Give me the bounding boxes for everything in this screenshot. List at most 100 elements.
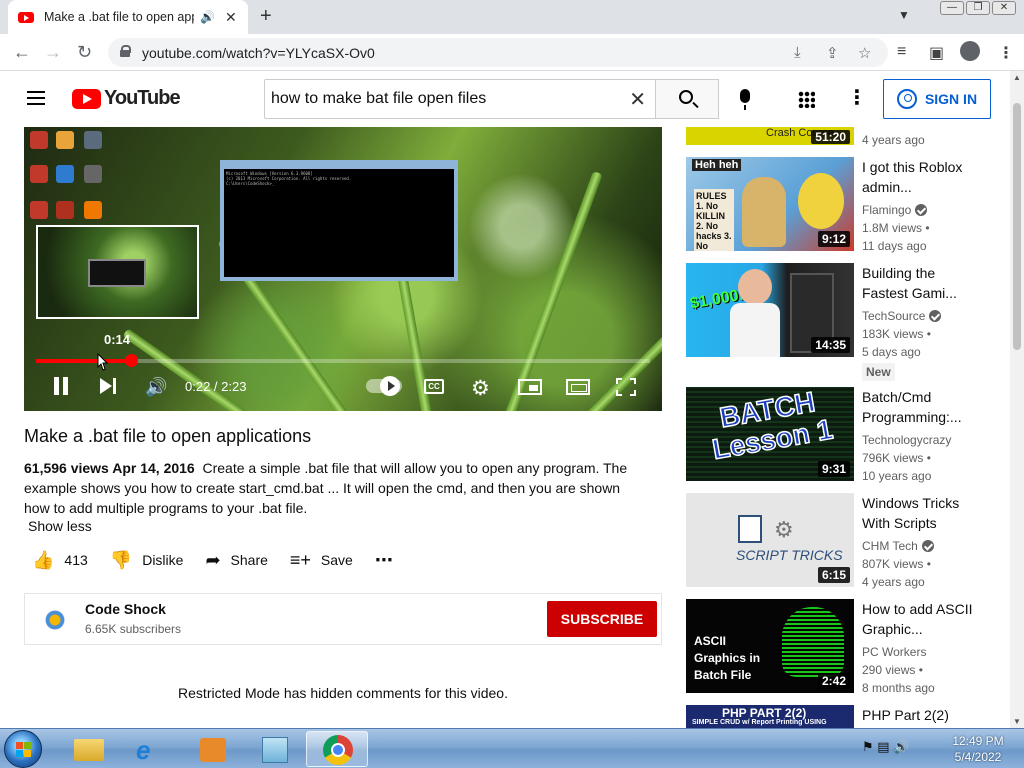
recommendation-item[interactable]: ⚙ SCRIPT TRICKS 6:15 Windows Tricks With… — [686, 493, 996, 589]
fullscreen-icon[interactable] — [616, 378, 636, 396]
thumbs-down-icon: 👎 — [109, 549, 133, 570]
video-title[interactable]: Batch/Cmd Programming:... — [862, 387, 980, 427]
back-arrow-icon[interactable]: ← — [13, 42, 31, 63]
video-title[interactable]: How to add ASCII Graphic... — [862, 599, 980, 639]
settings-gear-icon[interactable]: ⚙ — [471, 376, 490, 401]
address-bar[interactable]: youtube.com/watch?v=YLYcaSX-Ov0 ⤓ ⇪ ☆ — [108, 38, 888, 67]
channel-avatar[interactable] — [41, 606, 69, 634]
settings-kebab-icon[interactable]: ⋮ — [847, 85, 867, 110]
volume-icon[interactable]: 🔊 — [145, 377, 167, 398]
scrubber-handle[interactable] — [124, 354, 138, 367]
side-panel-icon[interactable]: ▣ — [929, 43, 944, 63]
taskbar-explorer[interactable] — [58, 731, 120, 767]
media-control-icon[interactable]: ≡ — [897, 43, 906, 61]
lock-icon[interactable] — [120, 45, 131, 57]
pause-icon[interactable] — [54, 377, 68, 395]
view-count: 183K views • — [862, 327, 931, 341]
recommendation-item[interactable]: ASCII Graphics in Batch File 2:42 How to… — [686, 599, 996, 695]
recommendation-item[interactable]: $1,000! 14:35 Building the Fastest Gami.… — [686, 263, 996, 381]
video-thumbnail[interactable]: ⚙ SCRIPT TRICKS 6:15 — [686, 493, 854, 587]
autoplay-toggle[interactable] — [366, 376, 402, 396]
bookmark-star-icon[interactable]: ☆ — [858, 44, 871, 62]
video-title[interactable]: I got this Roblox admin... — [862, 157, 980, 197]
search-input[interactable]: how to make bat file open files ✕ — [264, 79, 656, 119]
close-window-button[interactable]: ✕ — [992, 1, 1016, 15]
folder-icon — [74, 739, 104, 761]
system-tray-icons[interactable]: ⚑ ▤ 🔊 — [862, 739, 909, 755]
channel-name[interactable]: CHM Tech — [862, 539, 918, 553]
show-less-button[interactable]: Show less — [28, 518, 92, 534]
video-thumbnail[interactable]: BATCH Lesson 1 9:31 — [686, 387, 854, 481]
video-duration: 9:31 — [817, 461, 850, 477]
hamburger-menu-icon[interactable] — [27, 91, 45, 105]
video-thumbnail[interactable]: Crash Course 51:20 — [686, 127, 854, 145]
audio-playing-icon[interactable]: 🔊 — [200, 10, 215, 24]
video-title[interactable]: Building the Fastest Gami... — [862, 263, 980, 303]
recommendation-item[interactable]: Crash Course 51:20 4 years ago — [686, 127, 996, 147]
video-thumbnail[interactable]: ASCII Graphics in Batch File 2:42 — [686, 599, 854, 693]
like-button[interactable]: 👍 413 — [32, 550, 88, 571]
recommendation-item[interactable]: BATCH Lesson 1 9:31 Batch/Cmd Programmin… — [686, 387, 996, 483]
scrollbar-thumb[interactable] — [1013, 103, 1021, 350]
profile-avatar-icon[interactable] — [960, 41, 980, 61]
progress-bar[interactable] — [36, 354, 650, 367]
scroll-up-icon[interactable]: ▲ — [1013, 73, 1021, 82]
tab-search-icon[interactable]: ▼ — [898, 8, 910, 22]
channel-name[interactable]: PC Workers — [862, 643, 935, 661]
video-title[interactable]: Windows Tricks With Scripts — [862, 493, 980, 533]
taskbar-media-player[interactable] — [182, 731, 244, 767]
share-button[interactable]: ➦ Share — [205, 550, 267, 571]
recommendation-item[interactable]: PHP PART 2(2) SIMPLE CRUD w/ Report Prin… — [686, 705, 996, 728]
channel-name[interactable]: TechSource — [862, 309, 925, 323]
start-button[interactable] — [4, 730, 42, 768]
verified-check-icon — [929, 310, 942, 322]
taskbar-internet-explorer[interactable]: e — [120, 731, 182, 767]
save-button[interactable]: ≡+ Save — [290, 550, 353, 571]
video-thumbnail[interactable]: Heh heh RULES 1. No KILLIN 2. No hacks 3… — [686, 157, 854, 251]
share-page-icon[interactable]: ⇪ — [826, 44, 839, 62]
video-thumbnail[interactable]: PHP PART 2(2) SIMPLE CRUD w/ Report Prin… — [686, 705, 854, 728]
video-meta: Flamingo 1.8M views • 11 days ago — [862, 201, 930, 255]
miniplayer-icon[interactable] — [518, 379, 542, 395]
channel-name[interactable]: Technologycrazy — [862, 431, 951, 449]
youtube-logo[interactable]: YouTube — [72, 87, 181, 110]
windows-taskbar: e ⚑ ▤ 🔊 12:49 PM 5/4/2022 — [0, 728, 1024, 768]
clear-search-icon[interactable]: ✕ — [629, 87, 646, 112]
video-player[interactable]: Microsoft Windows [Version 6.3.9600] (c)… — [24, 127, 662, 411]
taskbar-clock[interactable]: 12:49 PM 5/4/2022 — [940, 733, 1016, 765]
video-age: 5 days ago — [862, 345, 921, 359]
browser-menu-icon[interactable]: ⋮ — [998, 43, 1014, 63]
search-button[interactable] — [655, 79, 719, 119]
maximize-button[interactable]: ❐ — [966, 1, 990, 15]
theater-mode-icon[interactable] — [566, 379, 590, 395]
reload-icon[interactable]: ↻ — [77, 42, 92, 63]
dislike-button[interactable]: 👎 Dislike — [110, 550, 184, 571]
minimize-button[interactable]: — — [940, 1, 964, 15]
new-tab-button[interactable]: + — [260, 5, 272, 28]
taskbar-chrome[interactable] — [306, 731, 368, 767]
thumbnail-text: PHP PART 2(2) — [722, 706, 807, 720]
apps-grid-icon[interactable] — [798, 91, 815, 108]
browser-tab[interactable]: Make a .bat file to open applications - … — [8, 0, 248, 34]
search-query-text[interactable]: how to make bat file open files — [271, 90, 486, 108]
clock-date: 5/4/2022 — [954, 750, 1002, 764]
channel-name[interactable]: Code Shock — [85, 601, 166, 617]
recommendation-item[interactable]: Heh heh RULES 1. No KILLIN 2. No hacks 3… — [686, 157, 996, 253]
url-text[interactable]: youtube.com/watch?v=YLYcaSX-Ov0 — [142, 45, 375, 61]
channel-name[interactable]: Flamingo — [862, 203, 911, 217]
thumbnail-text: BATCH Lesson 1 — [709, 387, 835, 466]
tab-close-icon[interactable]: ✕ — [225, 9, 237, 26]
voice-search-mic-icon[interactable] — [740, 89, 750, 110]
video-thumbnail[interactable]: $1,000! 14:35 — [686, 263, 854, 357]
more-actions-button[interactable]: ⋯ — [375, 550, 393, 571]
subscribe-button[interactable]: SUBSCRIBE — [547, 601, 657, 637]
share-label: Share — [230, 552, 268, 568]
scroll-down-icon[interactable]: ▼ — [1013, 717, 1021, 726]
video-title[interactable]: PHP Part 2(2) — [862, 705, 980, 725]
sign-in-button[interactable]: SIGN IN — [883, 79, 991, 119]
captions-icon[interactable]: CC — [424, 379, 444, 394]
taskbar-notepad[interactable] — [244, 731, 306, 767]
page-scrollbar[interactable]: ▲ ▼ — [1010, 71, 1024, 728]
forward-arrow-icon[interactable]: → — [44, 42, 62, 63]
install-app-icon[interactable]: ⤓ — [794, 44, 801, 61]
